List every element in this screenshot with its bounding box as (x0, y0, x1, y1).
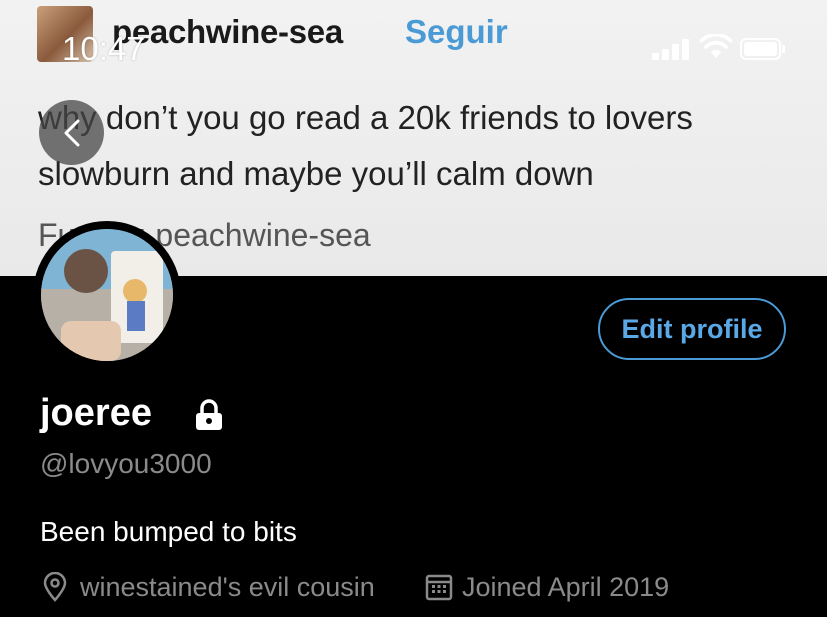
battery-icon (740, 38, 785, 60)
avatar-image (41, 229, 173, 361)
profile-location: winestained's evil cousin (80, 572, 375, 602)
wifi-icon (700, 34, 732, 58)
follow-button[interactable]: Seguir (405, 13, 508, 51)
post-text: why don’t you go read a 20k friends to l… (38, 99, 693, 192)
avatar[interactable] (33, 221, 181, 369)
post-username[interactable]: peachwine-sea (112, 13, 343, 51)
lock-icon (196, 399, 222, 430)
location-pin-icon (43, 572, 67, 602)
profile-joined-date: Joined April 2019 (462, 572, 670, 602)
avatar-photo-icon (41, 229, 173, 361)
calendar-icon (425, 574, 453, 601)
edit-profile-button[interactable]: Edit profile (598, 298, 786, 360)
chevron-left-icon (64, 119, 79, 146)
profile-bio: Been bumped to bits (40, 516, 297, 547)
display-name: joeree (40, 392, 152, 434)
signal-icon (652, 38, 690, 60)
status-time: 10:47 (62, 30, 145, 67)
profile-handle: @lovyou3000 (40, 448, 212, 479)
back-button[interactable] (39, 100, 104, 165)
